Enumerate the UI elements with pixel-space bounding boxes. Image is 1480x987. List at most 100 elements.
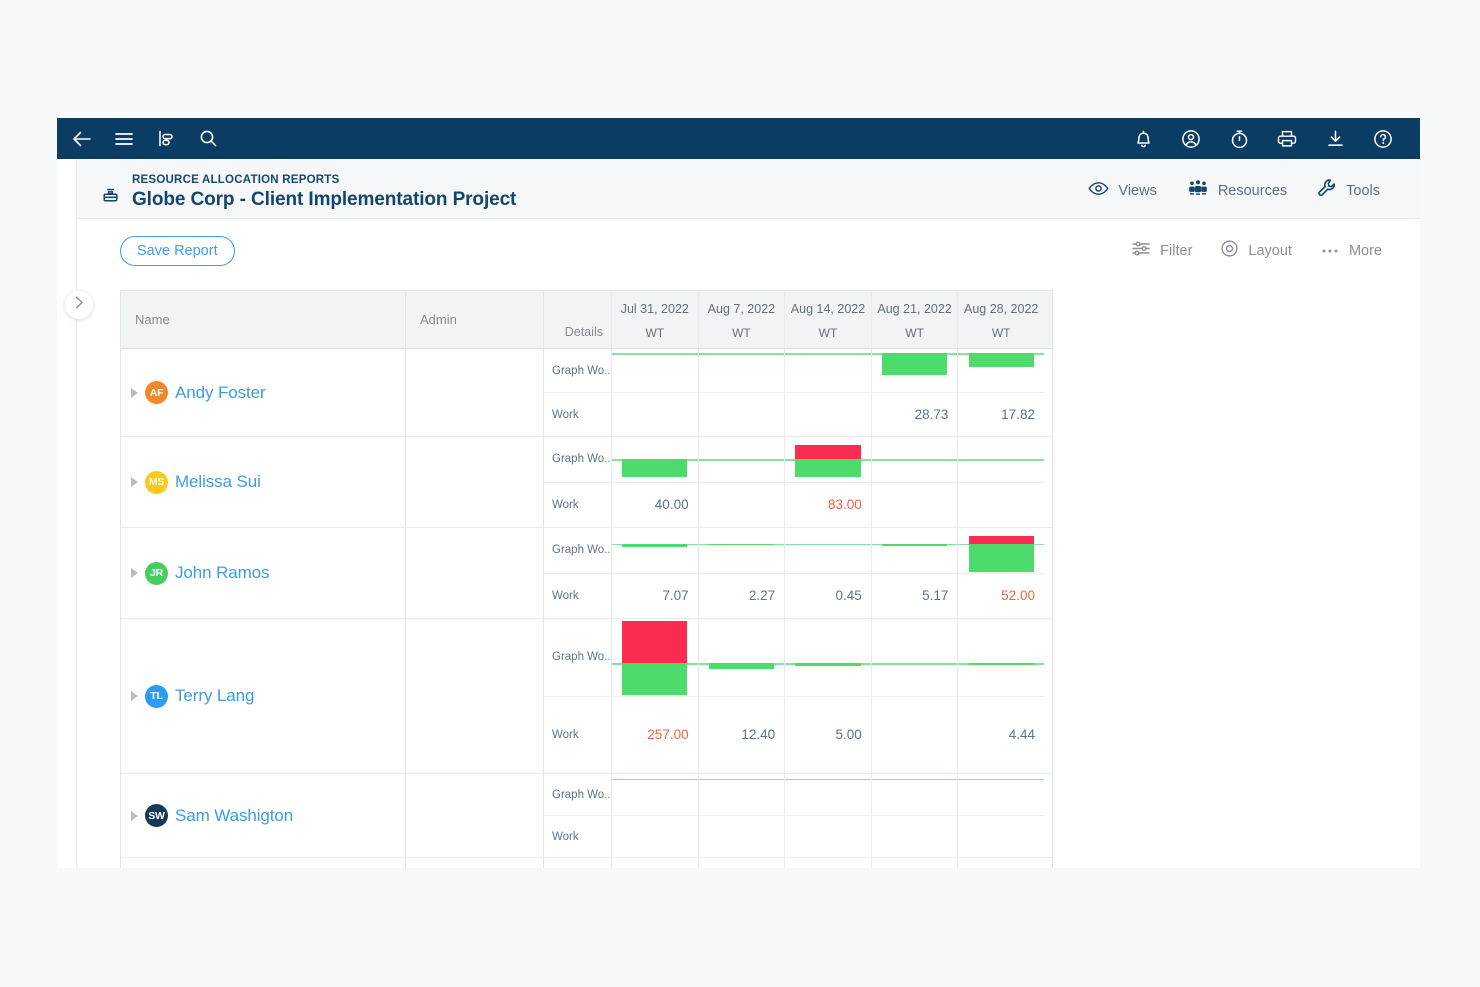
graph-work-cell[interactable] (785, 528, 871, 574)
allocation-bar-green[interactable] (795, 459, 861, 477)
period-data-cell[interactable] (870, 774, 958, 857)
period-data-cell[interactable]: 12.40 (697, 619, 785, 773)
period-data-cell[interactable]: 0.45 (784, 528, 871, 618)
graph-work-cell[interactable] (871, 528, 958, 574)
expand-triangle-icon[interactable] (131, 691, 138, 701)
table-row-partial[interactable] (121, 858, 1052, 868)
period-data-cell[interactable] (611, 858, 698, 868)
allocation-bar-green[interactable] (795, 663, 861, 666)
tools-button[interactable]: Tools (1317, 178, 1380, 203)
resource-name-cell[interactable]: JR John Ramos (121, 528, 405, 618)
resource-name-link[interactable]: Andy Foster (175, 383, 266, 403)
period-data-cell[interactable] (870, 619, 958, 773)
graph-work-cell[interactable] (699, 858, 785, 868)
report-chart-icon[interactable] (155, 128, 177, 150)
period-data-cell[interactable] (957, 858, 1044, 868)
graph-work-cell[interactable] (785, 349, 871, 393)
graph-work-cell[interactable] (612, 437, 698, 483)
graph-work-cell[interactable] (698, 528, 785, 574)
allocation-bar-green[interactable] (882, 353, 948, 375)
period-data-cell[interactable] (697, 437, 785, 527)
resource-name-cell[interactable]: TL Terry Lang (121, 619, 405, 773)
graph-work-cell[interactable] (612, 528, 698, 574)
search-icon[interactable] (197, 128, 219, 150)
period-data-cell[interactable] (870, 858, 958, 868)
resource-name-link[interactable]: John Ramos (175, 563, 270, 583)
period-data-cell[interactable]: 5.00 (784, 619, 871, 773)
period-data-cell[interactable]: 4.44 (957, 619, 1044, 773)
help-icon[interactable] (1372, 128, 1394, 150)
graph-work-cell[interactable] (698, 437, 785, 483)
allocation-bar-green[interactable] (708, 543, 774, 545)
allocation-bar-green[interactable] (968, 353, 1034, 367)
allocation-bar-green[interactable] (968, 663, 1034, 666)
column-header-admin[interactable]: Admin (405, 291, 543, 348)
graph-work-cell[interactable] (958, 619, 1044, 697)
period-data-cell[interactable]: 2.27 (697, 528, 785, 618)
graph-work-cell[interactable] (698, 349, 785, 393)
column-header-period[interactable]: Aug 28, 2022 WT (957, 291, 1044, 348)
allocation-bar-green[interactable] (622, 459, 688, 477)
allocation-bar-green[interactable] (882, 543, 948, 546)
overallocation-bar-red[interactable] (622, 621, 688, 664)
graph-work-cell[interactable] (958, 774, 1044, 816)
download-icon[interactable] (1324, 128, 1346, 150)
table-row[interactable]: AF Andy Foster Graph Wo... Work 28.73 17.82 (121, 349, 1052, 437)
graph-work-cell[interactable] (871, 619, 958, 697)
graph-work-cell[interactable] (698, 774, 785, 816)
hamburger-menu-icon[interactable] (113, 128, 135, 150)
column-header-name[interactable]: Name (121, 291, 405, 348)
period-data-cell[interactable] (957, 437, 1044, 527)
graph-work-cell[interactable] (785, 437, 871, 483)
resources-button[interactable]: Resources (1187, 179, 1287, 202)
filter-button[interactable]: Filter (1131, 240, 1192, 262)
graph-work-cell[interactable] (785, 619, 871, 697)
period-data-cell[interactable]: 257.00 (611, 619, 698, 773)
save-report-button[interactable]: Save Report (120, 235, 235, 266)
graph-work-cell[interactable] (871, 774, 958, 816)
table-row[interactable]: MS Melissa Sui Graph Wo... Work 40.00 83.00 (121, 437, 1052, 528)
period-data-cell[interactable]: 52.00 (957, 528, 1044, 618)
layout-button[interactable]: Layout (1220, 239, 1292, 263)
admin-cell[interactable] (405, 349, 543, 436)
graph-work-cell[interactable] (612, 619, 698, 697)
resource-name-link[interactable]: Melissa Sui (175, 472, 261, 492)
column-header-period[interactable]: Aug 14, 2022 WT (784, 291, 871, 348)
resource-name-link[interactable]: Terry Lang (175, 686, 254, 706)
expand-triangle-icon[interactable] (131, 568, 138, 578)
resource-name-cell[interactable]: AF Andy Foster (121, 349, 405, 436)
graph-work-cell[interactable] (612, 349, 698, 393)
period-data-cell[interactable]: 5.17 (870, 528, 958, 618)
period-data-cell[interactable] (870, 437, 958, 527)
allocation-bar-green[interactable] (622, 663, 688, 696)
period-data-cell[interactable] (697, 774, 785, 857)
admin-cell[interactable] (405, 774, 543, 857)
graph-work-cell[interactable] (871, 349, 958, 393)
graph-work-cell[interactable] (872, 858, 958, 868)
more-button[interactable]: More (1320, 242, 1382, 260)
resource-name-link[interactable]: Sam Washigton (175, 806, 293, 826)
period-data-cell[interactable] (697, 349, 785, 436)
report-grid-scroll-area[interactable]: Name Admin Details Jul 31, 2022 WT Aug 7, … (120, 290, 1420, 868)
period-data-cell[interactable]: 40.00 (611, 437, 698, 527)
period-data-cell[interactable] (957, 774, 1044, 857)
views-button[interactable]: Views (1088, 181, 1157, 201)
expand-triangle-icon[interactable] (131, 477, 138, 487)
column-header-period[interactable]: Aug 7, 2022 WT (697, 291, 785, 348)
graph-work-cell[interactable] (612, 858, 698, 868)
allocation-bar-green[interactable] (622, 543, 688, 547)
period-data-cell[interactable] (611, 774, 698, 857)
timer-icon[interactable] (1228, 128, 1250, 150)
table-row[interactable]: TL Terry Lang Graph Wo... Work 257.00 12.40 5.… (121, 619, 1052, 774)
column-header-period[interactable]: Aug 21, 2022 WT (870, 291, 958, 348)
resource-name-cell[interactable]: SW Sam Washigton (121, 774, 405, 857)
allocation-bar-green[interactable] (708, 663, 774, 670)
expand-triangle-icon[interactable] (131, 810, 138, 821)
expand-sidebar-button[interactable] (65, 291, 93, 319)
admin-cell[interactable] (405, 437, 543, 527)
table-row[interactable]: SW Sam Washigton Graph Wo... Work (121, 774, 1052, 858)
period-data-cell[interactable] (784, 349, 871, 436)
table-row[interactable]: JR John Ramos Graph Wo... Work 7.07 2.27 0.45 5… (121, 528, 1052, 619)
user-circle-icon[interactable] (1180, 128, 1202, 150)
bell-icon[interactable] (1132, 128, 1154, 150)
